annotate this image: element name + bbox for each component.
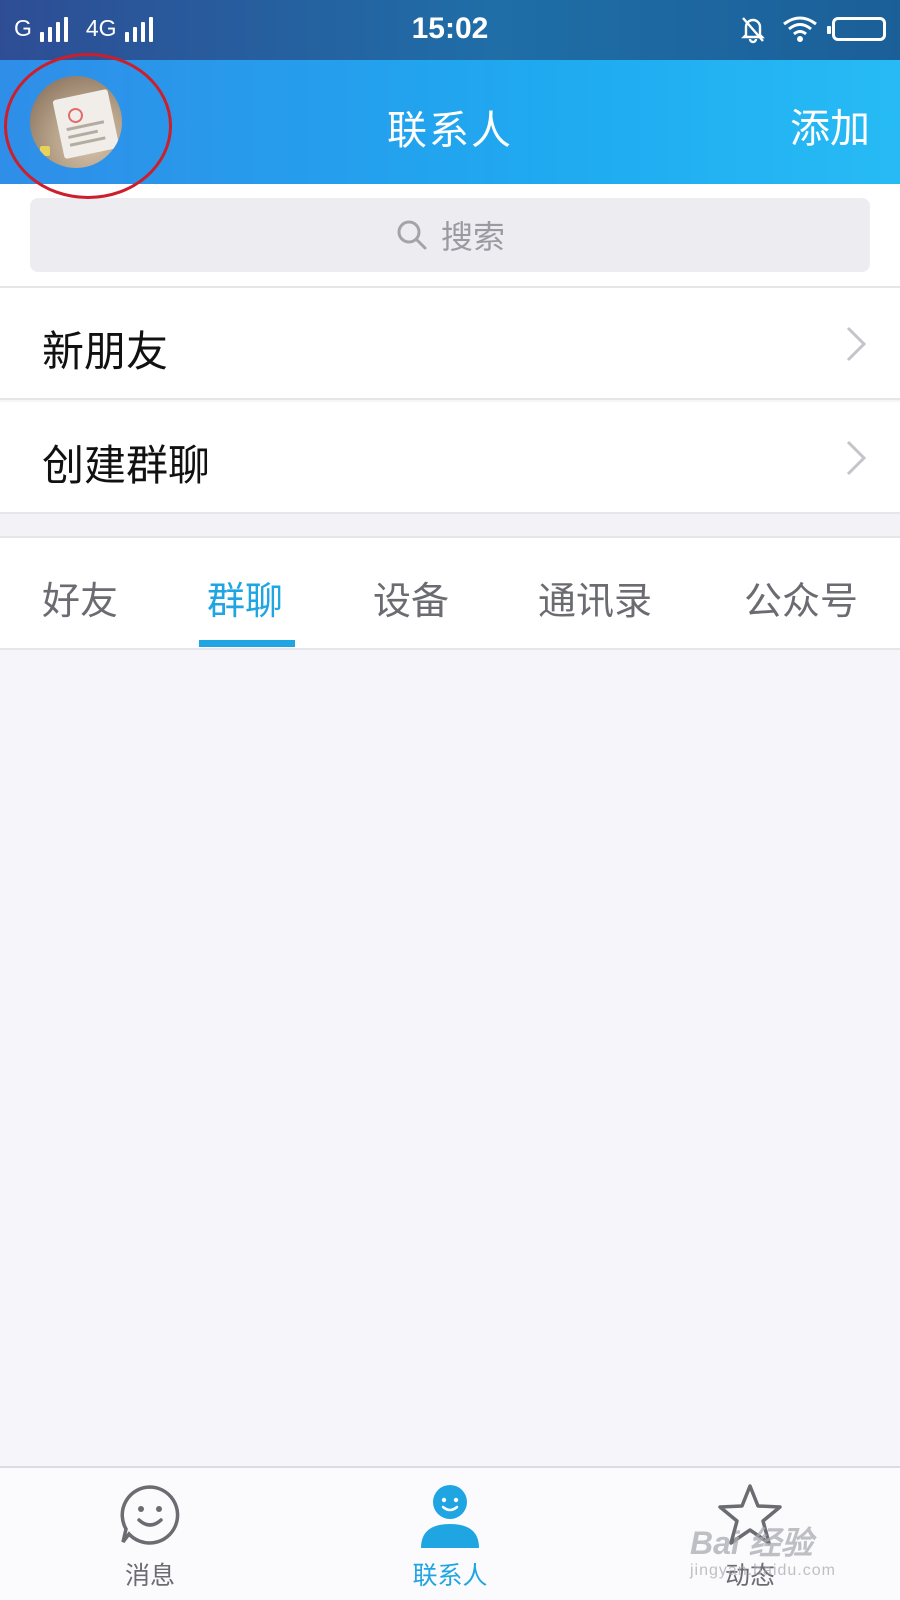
tab-official-accounts[interactable]: 公众号 (744, 570, 858, 625)
bottom-navigation: 消息 联系人 动态 (0, 1466, 900, 1600)
nav-label: 动态 (724, 1561, 775, 1590)
section-divider (0, 514, 900, 538)
active-tab-indicator (199, 640, 295, 647)
tab-devices[interactable]: 设备 (373, 570, 449, 625)
star-icon (660, 1482, 840, 1550)
page-title: 联系人 (387, 108, 513, 154)
status-bar: G 4G 15:02 (0, 0, 900, 60)
tab-group-chats[interactable]: 群聊 (207, 570, 283, 625)
search-placeholder: 搜索 (440, 218, 505, 256)
smiley-chat-icon (60, 1482, 240, 1548)
search-input[interactable]: 搜索 (30, 198, 870, 272)
person-icon (360, 1482, 540, 1550)
chevron-right-icon (844, 324, 868, 368)
battery-icon (827, 17, 886, 41)
chevron-right-icon (844, 438, 868, 482)
create-group-chat-item[interactable]: 创建群聊 (0, 402, 900, 514)
new-friends-item[interactable]: 新朋友 (0, 288, 900, 400)
nav-label: 消息 (124, 1561, 175, 1590)
search-area: 搜索 (0, 184, 900, 288)
status-right (724, 14, 886, 44)
nav-contacts[interactable]: 联系人 (360, 1468, 540, 1600)
tab-address-book[interactable]: 通讯录 (538, 570, 652, 625)
list-item-label: 新朋友 (42, 327, 169, 376)
nav-label: 联系人 (412, 1561, 488, 1590)
nav-moments[interactable]: 动态 (660, 1468, 840, 1600)
app-header: 联系人 添加 (0, 60, 900, 184)
wifi-icon (782, 15, 818, 43)
search-icon (395, 218, 429, 252)
bell-muted-icon (738, 14, 768, 44)
nav-messages[interactable]: 消息 (60, 1468, 240, 1600)
add-button[interactable]: 添加 (790, 96, 870, 154)
list-item-label: 创建群聊 (42, 441, 211, 490)
tab-friends[interactable]: 好友 (42, 570, 118, 625)
group-chat-list-empty (0, 650, 900, 1466)
contact-tabs: 好友 群聊 设备 通讯录 公众号 (0, 538, 900, 650)
